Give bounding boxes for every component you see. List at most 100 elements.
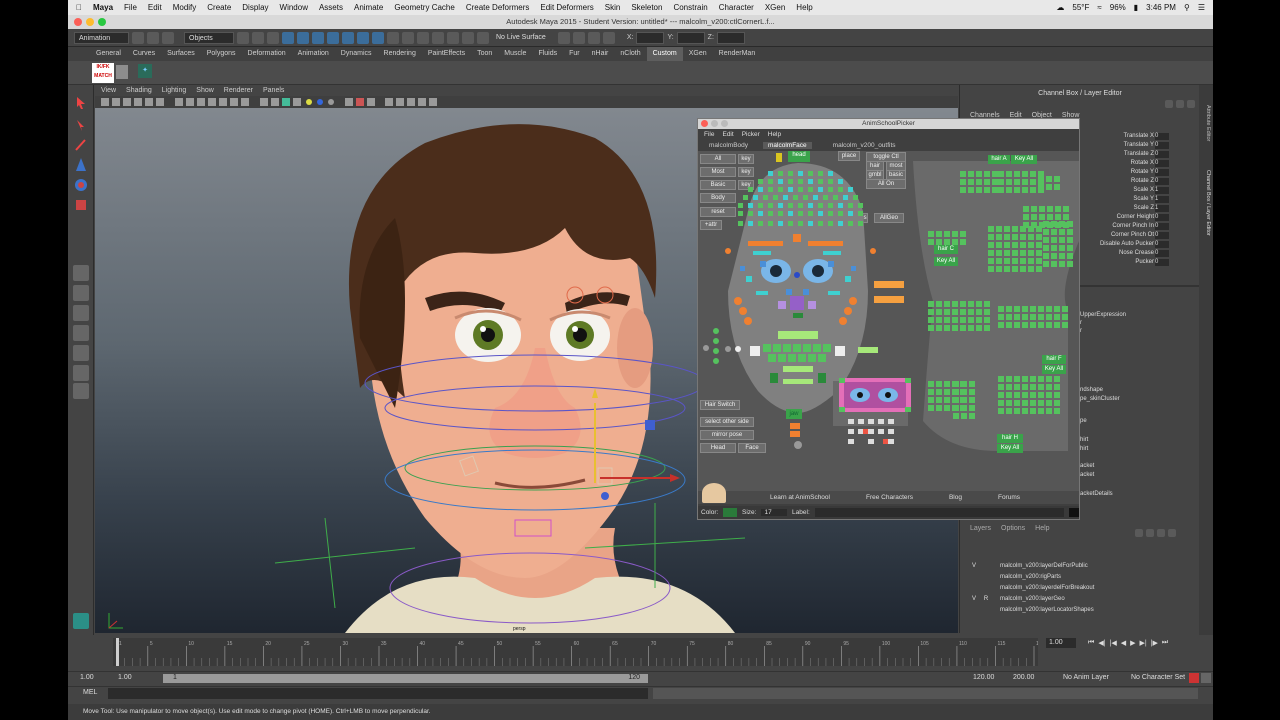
menu-constrain[interactable]: Constrain [673, 3, 707, 12]
shelf-tab-fur[interactable]: Fur [563, 47, 586, 61]
channel-attr-value[interactable]: 0 [1155, 160, 1169, 167]
battery-percent[interactable]: 96% [1110, 3, 1126, 12]
picker-hair-map-control[interactable] [1059, 229, 1065, 235]
picker-hair-map-control[interactable] [1062, 314, 1068, 320]
picker-hair-map-control[interactable] [1020, 242, 1026, 248]
picker-hair-control[interactable] [838, 187, 843, 192]
picker-hair-map-control[interactable] [928, 301, 934, 307]
layer-name[interactable]: malcolm_v200:layerLocatorShapes [1000, 607, 1094, 613]
picker-hair-map-control[interactable] [1046, 376, 1052, 382]
picker-hair-control[interactable] [808, 221, 813, 226]
shelf-tab-deformation[interactable]: Deformation [242, 47, 292, 61]
picker-hair-map-control[interactable] [953, 389, 959, 395]
picker-hair-map-control[interactable] [968, 309, 974, 315]
menu-set-dropdown[interactable]: Animation [74, 31, 129, 44]
layout-side-icon[interactable] [73, 305, 89, 321]
picker-hair-map-control[interactable] [928, 397, 934, 403]
picker-hair-map-control[interactable] [1054, 408, 1060, 414]
picker-hair-map-control[interactable] [1006, 306, 1012, 312]
picker-hair-map-control[interactable] [1054, 176, 1060, 182]
layer-row[interactable]: malcolm_v200:layerLocatorShapes [968, 605, 1190, 615]
picker-hair-map-control[interactable] [1047, 214, 1053, 220]
picker-hair-map-control[interactable] [1022, 400, 1028, 406]
picker-hair-map-control[interactable] [998, 171, 1004, 177]
picker-hair-map-control[interactable] [1046, 306, 1052, 312]
picker-hair-map-control[interactable] [1006, 179, 1012, 185]
select-tool-icon[interactable] [73, 95, 89, 111]
picker-hair-map-control[interactable] [944, 325, 950, 331]
picker-hair-map-control[interactable] [944, 231, 950, 237]
picker-hair-map-control[interactable] [1028, 242, 1034, 248]
picker-hair-map-control[interactable] [1022, 408, 1028, 414]
picker-hair-map-control[interactable] [1020, 234, 1026, 240]
picker-hair-map-control[interactable] [1039, 214, 1045, 220]
picker-hair-control[interactable] [788, 187, 793, 192]
picker-hair-map-control[interactable] [1051, 245, 1057, 251]
picker-hair-map-control[interactable] [952, 309, 958, 315]
picker-hair-control[interactable] [808, 179, 813, 184]
picker-hair-map-control[interactable] [944, 381, 950, 387]
picker-hair-map-control[interactable] [1063, 214, 1069, 220]
picker-hair-map-control[interactable] [1023, 214, 1029, 220]
move-tool-icon[interactable] [73, 157, 89, 173]
menu-geometry-cache[interactable]: Geometry Cache [394, 3, 454, 12]
picker-hair-map-control[interactable] [961, 397, 967, 403]
step-back-icon[interactable]: |◀ [1110, 639, 1117, 647]
picker-hair-map-control[interactable] [1051, 229, 1057, 235]
picker-hair-map-control[interactable] [1030, 392, 1036, 398]
picker-hair-map-control[interactable] [1022, 187, 1028, 193]
picker-hair-control[interactable] [738, 203, 743, 208]
layer-row[interactable]: malcolm_v200:layerdelForBreakout [968, 583, 1190, 593]
wifi-icon[interactable]: ≈ [1097, 3, 1101, 12]
picker-hair-map-control[interactable] [1054, 306, 1060, 312]
picker-hair-map-control[interactable] [1006, 392, 1012, 398]
layer-name[interactable]: malcolm_v200:layerDelForPublic [1000, 563, 1088, 569]
play-forward-icon[interactable]: ▶ [1130, 639, 1135, 647]
picker-hair-map-control[interactable] [1036, 266, 1042, 272]
viewport-menu-lighting[interactable]: Lighting [162, 87, 187, 94]
picker-hair-control[interactable] [828, 221, 833, 226]
picker-hair-map-control[interactable] [944, 309, 950, 315]
play-back-icon[interactable]: ◀ [1121, 639, 1126, 647]
picker-hair-map-control[interactable] [1023, 206, 1029, 212]
viewport-menu-view[interactable]: View [101, 87, 116, 94]
picker-hair-map-control[interactable] [1006, 408, 1012, 414]
picker-hair-map-control[interactable] [1051, 221, 1057, 227]
picker-hair-map-control[interactable] [996, 250, 1002, 256]
picker-hair-map-control[interactable] [1043, 245, 1049, 251]
picker-hair-map-control[interactable] [936, 325, 942, 331]
menu-create-deformers[interactable]: Create Deformers [466, 3, 530, 12]
picker-hair-control[interactable] [858, 221, 863, 226]
picker-hair-map-control[interactable] [1012, 242, 1018, 248]
layout-dope-icon[interactable] [73, 383, 89, 399]
picker-hair-map-control[interactable] [998, 187, 1004, 193]
shelf-tab-renderman[interactable]: RenderMan [713, 47, 762, 61]
picker-hair-map-control[interactable] [1046, 384, 1052, 390]
picker-hair-map-control[interactable] [1014, 376, 1020, 382]
picker-hair-map-control[interactable] [960, 239, 966, 245]
picker-hair-map-control[interactable] [1054, 322, 1060, 328]
picker-hair-map-control[interactable] [1038, 176, 1044, 182]
hair-c-button[interactable]: hair C [934, 245, 958, 254]
picker-hair-control[interactable] [768, 187, 773, 192]
picker-hair-map-control[interactable] [969, 389, 975, 395]
picker-hair-control[interactable] [828, 171, 833, 176]
layout-four-icon[interactable] [73, 285, 89, 301]
ipr-icon[interactable] [572, 31, 585, 44]
channel-attr-label[interactable]: Corner Pinch In [1112, 223, 1154, 229]
picker-hair-map-control[interactable] [960, 171, 966, 177]
picker-hair-control[interactable] [808, 211, 813, 216]
channel-attr-label[interactable]: Pucker [1135, 259, 1154, 265]
select-object-icon[interactable] [252, 31, 264, 44]
picker-hair-map-control[interactable] [1022, 322, 1028, 328]
apple-icon[interactable]:  [76, 3, 82, 12]
cb-toggle-icon[interactable] [1165, 100, 1173, 108]
rotate-tool-icon[interactable] [73, 177, 89, 193]
layer-visibility-toggle[interactable]: V [968, 563, 980, 569]
picker-hair-map-control[interactable] [1004, 258, 1010, 264]
picker-hair-control[interactable] [768, 171, 773, 176]
mirror-pose-button[interactable]: mirror pose [700, 430, 754, 440]
mask-misc-icon[interactable] [387, 31, 399, 44]
picker-hair-map-control[interactable] [1006, 376, 1012, 382]
size-field[interactable]: 17 [761, 509, 788, 516]
